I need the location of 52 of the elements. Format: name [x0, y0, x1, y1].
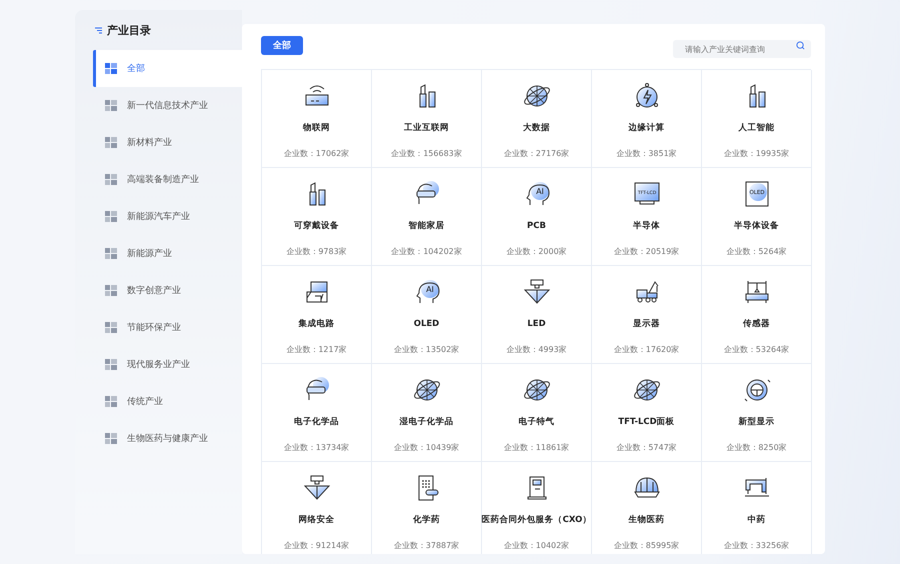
industry-card[interactable]: 新型显示 企业数：8250家	[702, 364, 812, 462]
sidebar-item[interactable]: 高端装备制造产业	[93, 161, 242, 198]
industry-card[interactable]: 电子化学品 企业数：13734家	[262, 364, 372, 462]
industry-card[interactable]: 中药 企业数：33256家	[702, 462, 812, 554]
sidebar-item[interactable]: 新能源产业	[93, 235, 242, 272]
industry-card[interactable]: 边缘计算 企业数：3851家	[592, 70, 702, 168]
industry-card[interactable]: 化学药 企业数：37887家	[372, 462, 482, 554]
grid-icon	[105, 63, 117, 74]
industry-card[interactable]: AI OLED 企业数：13502家	[372, 266, 482, 364]
sidebar-item[interactable]: 节能环保产业	[93, 309, 242, 346]
icon-label: AI	[426, 285, 434, 294]
all-button[interactable]: 全部	[261, 36, 303, 55]
sidebar-item[interactable]: 现代服务业产业	[93, 346, 242, 383]
industry-card[interactable]: 电子特气 企业数：11861家	[482, 364, 592, 462]
industry-card[interactable]: 传感器 企业数：53264家	[702, 266, 812, 364]
grid-icon	[105, 137, 117, 148]
sidebar-item[interactable]: 新材料产业	[93, 124, 242, 161]
industry-card[interactable]: LED 企业数：4993家	[482, 266, 592, 364]
grid-icon	[105, 322, 117, 333]
sidebar-item[interactable]: 全部	[93, 50, 242, 87]
menu-icon	[95, 26, 103, 34]
icon-label: AI	[536, 187, 544, 196]
industry-card[interactable]: 工业互联网 企业数：156683家	[372, 70, 482, 168]
grid-icon	[105, 248, 117, 259]
industry-card[interactable]: 智能家居 企业数：104202家	[372, 168, 482, 266]
industry-card[interactable]: TFT-LCD面板 企业数：5747家	[592, 364, 702, 462]
industry-card[interactable]: 物联网 企业数：17062家	[262, 70, 372, 168]
grid-icon	[105, 211, 117, 222]
industry-card[interactable]: 可穿戴设备 企业数：9783家	[262, 168, 372, 266]
grid-icon	[105, 396, 117, 407]
sidebar-item[interactable]: 新能源汽车产业	[93, 198, 242, 235]
grid-icon	[105, 100, 117, 111]
grid-icon	[105, 433, 117, 444]
industry-card[interactable]: AI PCB 企业数：2000家	[482, 168, 592, 266]
grid-icon	[105, 285, 117, 296]
sidebar-item[interactable]: 数字创意产业	[93, 272, 242, 309]
grid-icon	[105, 359, 117, 370]
industry-card[interactable]: 人工智能 企业数：19935家	[702, 70, 812, 168]
search-field[interactable]: 请输入产业关键词查询	[673, 40, 811, 58]
sidebar-title: 产业目录	[107, 22, 151, 38]
sidebar-item[interactable]: 新一代信息技术产业	[93, 87, 242, 124]
industry-card[interactable]: 医药合同外包服务（CXO） 企业数：10402家	[482, 462, 592, 554]
industry-card[interactable]: 集成电路 企业数：1217家	[262, 266, 372, 364]
industry-card[interactable]: 大数据 企业数：27176家	[482, 70, 592, 168]
industry-card[interactable]: 显示器 企业数：17620家	[592, 266, 702, 364]
industry-card[interactable]: 网络安全 企业数：91214家	[262, 462, 372, 554]
search-icon[interactable]	[796, 41, 805, 50]
industry-card[interactable]: 生物医药 企业数：85995家	[592, 462, 702, 554]
grid-icon	[105, 174, 117, 185]
sidebar-item[interactable]: 生物医药与健康产业	[93, 420, 242, 457]
industry-card[interactable]: 湿电子化学品 企业数：10439家	[372, 364, 482, 462]
sidebar-item[interactable]: 传统产业	[93, 383, 242, 420]
